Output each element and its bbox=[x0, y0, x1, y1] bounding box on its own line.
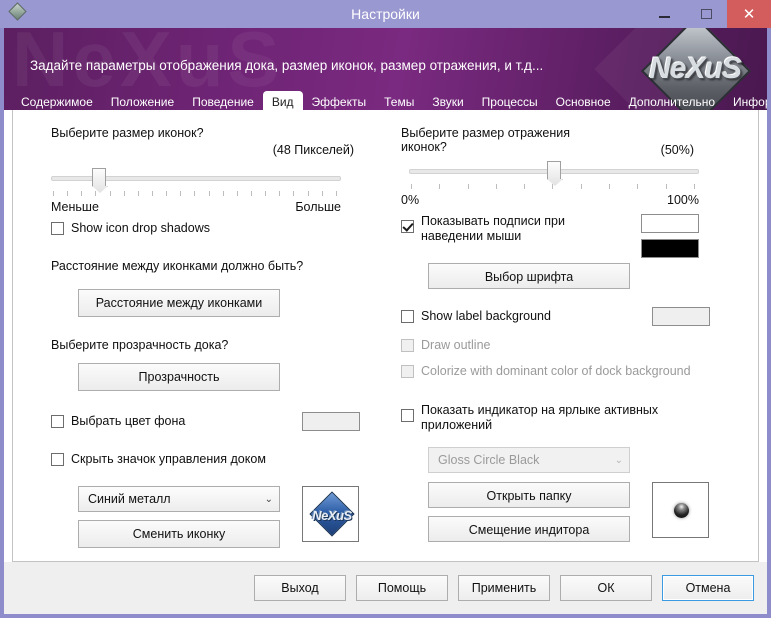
indicator-offset-button[interactable]: Смещение индитора bbox=[428, 516, 630, 542]
indicator-style-combo[interactable]: Gloss Circle Black ⌄ bbox=[428, 447, 630, 473]
right-settings-column: Выберите размер отражения иконок? (50%) … bbox=[393, 110, 758, 561]
help-button[interactable]: Помощь bbox=[356, 575, 448, 601]
reflection-size-slider[interactable]: 0% 100% bbox=[401, 157, 699, 207]
show-running-indicator-box[interactable] bbox=[401, 409, 414, 422]
maximize-icon bbox=[700, 9, 712, 19]
tab-vid[interactable]: Вид bbox=[262, 91, 303, 110]
icon-size-slider[interactable]: Меньше Больше bbox=[51, 164, 341, 214]
close-icon: ✕ bbox=[742, 5, 756, 23]
reflection-size-slider-thumb[interactable] bbox=[547, 161, 561, 179]
tab-informatsiya[interactable]: Информация bbox=[724, 91, 767, 110]
dock-icon-preview: NeXuS bbox=[302, 486, 359, 542]
ok-button[interactable]: ОК bbox=[560, 575, 652, 601]
settings-panel: Выберите размер иконок? (48 Пикселей) Ме… bbox=[12, 110, 759, 562]
tab-dopolnitelno[interactable]: Дополнительно bbox=[620, 91, 724, 110]
icon-size-question: Выберите размер иконок? bbox=[51, 126, 204, 140]
hide-dock-icon-label: Скрыть значок управления доком bbox=[71, 452, 266, 466]
maximize-button[interactable] bbox=[685, 0, 727, 28]
reflection-max-label: 100% bbox=[667, 193, 699, 207]
chevron-down-icon: ⌄ bbox=[264, 493, 273, 505]
indicator-preview bbox=[652, 482, 709, 538]
background-color-swatch[interactable] bbox=[302, 412, 360, 431]
show-running-indicator-label: Показать индикатор на ярлыке активных пр… bbox=[421, 403, 659, 432]
window-body: NeXuS Задайте параметры отображения дока… bbox=[4, 28, 767, 614]
minimize-button[interactable] bbox=[643, 0, 685, 28]
chevron-down-icon: ⌄ bbox=[614, 454, 623, 466]
close-button[interactable]: ✕ bbox=[727, 0, 771, 28]
cancel-button[interactable]: Отмена bbox=[662, 575, 754, 601]
show-hover-labels-label: Показывать подписи при наведении мыши bbox=[421, 214, 565, 243]
open-folder-button[interactable]: Открыть папку bbox=[428, 482, 630, 508]
header-banner: NeXuS Задайте параметры отображения дока… bbox=[4, 28, 767, 110]
icon-size-value: (48 Пикселей) bbox=[272, 143, 354, 157]
label-background-color-swatch[interactable] bbox=[652, 307, 710, 326]
draw-outline-label: Draw outline bbox=[421, 338, 491, 352]
reflection-min-label: 0% bbox=[401, 193, 420, 207]
tab-soderzhimoe[interactable]: Содержимое bbox=[12, 91, 102, 110]
show-label-background-checkbox[interactable]: Show label background bbox=[401, 309, 652, 324]
tab-povedenie[interactable]: Поведение bbox=[183, 91, 263, 110]
banner-description: Задайте параметры отображения дока, разм… bbox=[30, 58, 544, 73]
minimize-icon bbox=[658, 16, 670, 18]
tab-protsessy[interactable]: Процессы bbox=[473, 91, 547, 110]
background-color-box[interactable] bbox=[51, 415, 64, 428]
icon-size-max-label: Больше bbox=[295, 200, 341, 214]
dialog-footer: Выход Помощь Применить ОК Отмена bbox=[4, 562, 767, 614]
label-font-color-swatch[interactable] bbox=[641, 239, 699, 258]
icon-spacing-button[interactable]: Расстояние между иконками bbox=[78, 289, 280, 317]
settings-window: Настройки ✕ NeXuS Задайте параметры отоб… bbox=[0, 0, 771, 618]
show-icon-drop-shadows-checkbox[interactable]: Show icon drop shadows bbox=[51, 221, 393, 236]
icon-size-min-label: Меньше bbox=[51, 200, 99, 214]
hide-dock-icon-checkbox[interactable]: Скрыть значок управления доком bbox=[51, 452, 393, 467]
reflection-question-line1: Выберите размер отражения bbox=[401, 126, 570, 140]
draw-outline-box[interactable] bbox=[401, 339, 414, 352]
title-bar: Настройки ✕ bbox=[0, 0, 771, 28]
app-diamond-icon bbox=[7, 1, 33, 27]
icon-theme-combo[interactable]: Синий металл ⌄ bbox=[78, 486, 280, 512]
icon-theme-combo-value: Синий металл bbox=[88, 492, 171, 506]
hide-dock-icon-box[interactable] bbox=[51, 453, 64, 466]
apply-button[interactable]: Применить bbox=[458, 575, 550, 601]
indicator-style-combo-value: Gloss Circle Black bbox=[438, 453, 540, 467]
exit-button[interactable]: Выход bbox=[254, 575, 346, 601]
show-hover-labels-box[interactable] bbox=[401, 220, 414, 233]
tab-polozhenie[interactable]: Положение bbox=[102, 91, 183, 110]
draw-outline-checkbox[interactable]: Draw outline bbox=[401, 338, 758, 353]
colorize-dominant-box[interactable] bbox=[401, 365, 414, 378]
background-color-label: Выбрать цвет фона bbox=[71, 414, 186, 428]
icon-size-slider-thumb[interactable] bbox=[92, 168, 106, 186]
show-icon-drop-shadows-label: Show icon drop shadows bbox=[71, 221, 210, 235]
reflection-value: (50%) bbox=[660, 143, 694, 157]
dock-transparency-button[interactable]: Прозрачность bbox=[78, 363, 280, 391]
nexus-blue-metal-icon: NeXuS bbox=[309, 491, 355, 537]
left-settings-column: Выберите размер иконок? (48 Пикселей) Ме… bbox=[13, 110, 393, 561]
tab-effekty[interactable]: Эффекты bbox=[303, 91, 376, 110]
show-running-indicator-checkbox[interactable]: Показать индикатор на ярлыке активных пр… bbox=[401, 403, 681, 433]
reflection-question-line2: иконок? bbox=[401, 140, 447, 154]
label-text-color-swatch[interactable] bbox=[641, 214, 699, 233]
change-icon-button[interactable]: Сменить иконку bbox=[78, 520, 280, 548]
tab-osnovnoe[interactable]: Основное bbox=[547, 91, 620, 110]
tab-zvuki[interactable]: Звуки bbox=[423, 91, 472, 110]
tab-bar: Содержимое Положение Поведение Вид Эффек… bbox=[4, 90, 767, 110]
show-label-background-box[interactable] bbox=[401, 310, 414, 323]
icon-size-slider-ticks bbox=[53, 191, 337, 197]
dock-transparency-question: Выберите прозрачность дока? bbox=[51, 338, 229, 352]
show-label-background-label: Show label background bbox=[421, 309, 551, 323]
colorize-dominant-checkbox[interactable]: Colorize with dominant color of dock bac… bbox=[401, 364, 758, 379]
window-controls: ✕ bbox=[643, 0, 771, 28]
icon-spacing-question: Расстояние между иконками должно быть? bbox=[51, 259, 304, 273]
reflection-size-slider-ticks bbox=[411, 184, 695, 190]
show-hover-labels-checkbox[interactable]: Показывать подписи при наведении мыши bbox=[401, 214, 641, 244]
tab-temy[interactable]: Темы bbox=[375, 91, 423, 110]
colorize-dominant-label: Colorize with dominant color of dock bac… bbox=[421, 364, 691, 378]
nexus-logo-text: NeXuS bbox=[649, 52, 742, 85]
show-icon-drop-shadows-box[interactable] bbox=[51, 222, 64, 235]
background-color-checkbox[interactable]: Выбрать цвет фона bbox=[51, 414, 302, 429]
gloss-circle-black-icon bbox=[673, 503, 689, 518]
choose-font-button[interactable]: Выбор шрифта bbox=[428, 263, 630, 289]
